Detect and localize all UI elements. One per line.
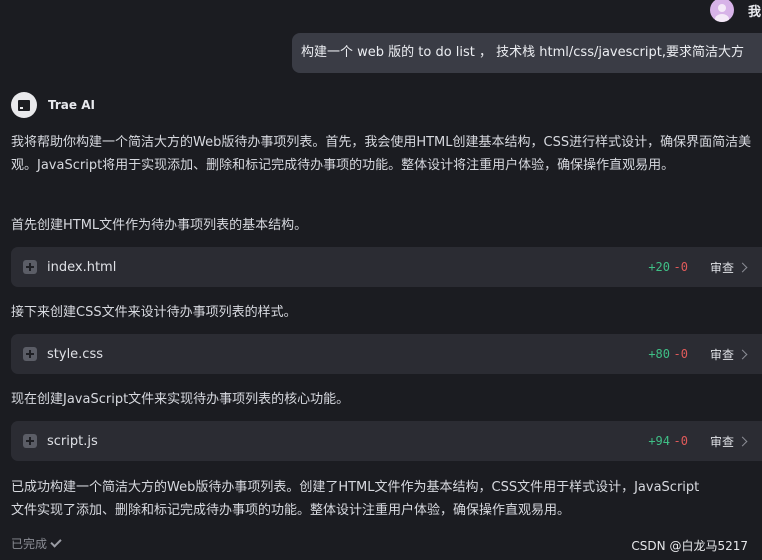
lines-added: +20 — [648, 260, 670, 274]
assistant-header: Trae AI — [11, 92, 95, 118]
lines-removed: -0 — [673, 260, 688, 274]
status-label: 已完成 — [11, 537, 48, 551]
lines-added: +80 — [648, 347, 670, 361]
watermark: CSDN @白龙马5217 — [631, 539, 748, 553]
file-card-script-js[interactable]: script.js +94 -0 审查 — [11, 421, 762, 461]
plus-icon[interactable] — [23, 260, 37, 274]
file-card-style-css[interactable]: style.css +80 -0 审查 — [11, 334, 762, 374]
chat-panel: 我 构建一个 web 版的 to do list ， 技术栈 html/css/… — [0, 0, 762, 560]
chevron-right-icon — [737, 262, 748, 272]
review-label: 审查 — [709, 434, 734, 449]
lines-removed: -0 — [673, 347, 688, 361]
check-icon — [50, 536, 62, 548]
review-label: 审查 — [709, 347, 734, 362]
lines-removed: -0 — [673, 434, 688, 448]
assistant-summary: 已成功构建一个简洁大方的Web版待办事项列表。创建了HTML文件作为基本结构，C… — [11, 480, 700, 518]
assistant-name: Trae AI — [48, 98, 95, 112]
review-button[interactable]: 审查 — [709, 259, 748, 276]
chevron-right-icon — [737, 349, 748, 359]
trae-logo-icon — [11, 92, 37, 118]
assistant-step-2: 接下来创建CSS文件来设计待办事项列表的样式。 — [11, 305, 297, 320]
assistant-step-1: 首先创建HTML文件作为待办事项列表的基本结构。 — [11, 218, 308, 233]
chevron-right-icon — [737, 436, 748, 446]
lines-added: +94 — [648, 434, 670, 448]
user-name: 我 — [748, 4, 762, 20]
user-avatar-icon — [710, 0, 734, 22]
user-header: 我 — [710, 0, 762, 22]
file-name: script.js — [47, 433, 98, 449]
review-button[interactable]: 审查 — [709, 433, 748, 450]
assistant-step-3: 现在创建JavaScript文件来实现待办事项列表的核心功能。 — [11, 392, 350, 407]
completion-status: 已完成 — [11, 535, 62, 552]
review-button[interactable]: 审查 — [709, 346, 748, 363]
assistant-intro: 我将帮助你构建一个简洁大方的Web版待办事项列表。首先，我会使用HTML创建基本… — [11, 135, 752, 173]
file-card-index-html[interactable]: index.html +20 -0 审查 — [11, 247, 762, 287]
plus-icon[interactable] — [23, 434, 37, 448]
review-label: 审查 — [709, 260, 734, 275]
file-name: style.css — [47, 346, 103, 362]
file-name: index.html — [47, 259, 117, 275]
plus-icon[interactable] — [23, 347, 37, 361]
user-message: 构建一个 web 版的 to do list ， 技术栈 html/css/ja… — [292, 33, 762, 73]
